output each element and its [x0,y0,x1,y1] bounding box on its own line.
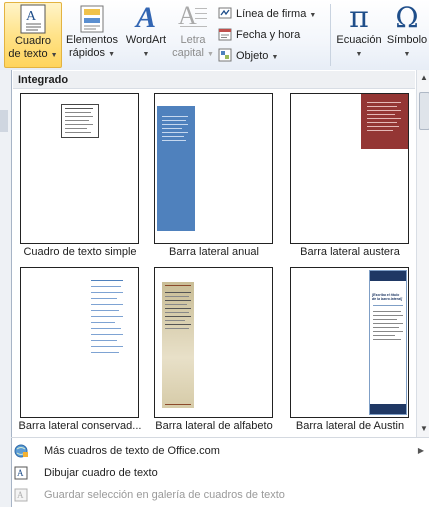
object-icon [218,48,232,62]
draw-textbox-item[interactable]: A Dibujar cuadro de texto [11,462,429,484]
scroll-up-icon[interactable]: ▲ [420,73,428,82]
office-globe-icon [14,444,28,458]
symbol-label: Símbolo [386,34,428,46]
more-textboxes-office-item[interactable]: Más cuadros de texto de Office.com ▶ [11,440,429,462]
document-edge [0,70,11,507]
chevron-down-icon: ▼ [355,51,363,58]
thumbnail: [Escriba el título de la barra lateral] [290,267,409,418]
svg-text:A: A [26,9,37,24]
chevron-down-icon: ▼ [50,52,58,59]
chevron-down-icon: ▼ [309,12,317,19]
drop-cap-label-2: capital [172,47,204,59]
gallery-caption: Barra lateral anual [169,246,259,258]
equation-button[interactable]: π Ecuación ▼ [334,2,384,66]
text-box-label-1: Cuadro [14,35,52,47]
wordart-icon: A [135,1,156,34]
thumbnail [290,93,409,244]
text-box-label-2: de texto [8,48,48,60]
ribbon: A Cuadro de texto ▼ Elementos rápidos ▼ … [0,0,429,71]
gallery-caption: Barra lateral de alfabeto [155,420,273,432]
gallery-caption: Barra lateral de Austin [295,420,405,432]
drop-cap-label-1: Letra [180,34,206,46]
quick-parts-label-2: rápidos [68,47,106,59]
symbol-icon: Ω [395,1,419,34]
signature-line-label: Línea de firma [236,8,307,20]
svg-text:A: A [17,468,24,478]
date-time-button[interactable]: Fecha y hora [218,25,300,45]
date-time-icon [218,28,232,41]
wordart-label: WordArt [125,34,167,46]
wordart-button[interactable]: A WordArt ▼ [123,2,169,66]
object-label: Objeto [236,50,269,62]
thumbnail [154,267,273,418]
menu-separator [11,437,429,438]
date-time-label: Fecha y hora [236,29,301,41]
thumbnail [20,267,139,418]
thumbnail [20,93,139,244]
gallery-item-conservadora[interactable]: Barra lateral conservad... [13,264,147,438]
quick-parts-label-1: Elementos [66,34,118,46]
chevron-down-icon: ▼ [108,51,116,58]
submenu-arrow-icon: ▶ [417,446,424,455]
gallery-item-simple[interactable]: Cuadro de texto simple [13,90,147,264]
gallery-scrollbar[interactable]: ▲ ▼ [416,70,429,437]
symbol-button[interactable]: Ω Símbolo ▼ [385,2,429,66]
draw-textbox-label: Dibujar cuadro de texto [44,467,158,479]
gallery-item-austin[interactable]: [Escriba el título de la barra lateral] … [283,264,417,438]
section-header: Integrado [13,71,415,89]
save-selection-icon: A [14,488,28,502]
scroll-thumb[interactable] [419,92,429,130]
drop-cap-button[interactable]: A Letra capital ▼ [170,2,216,66]
gallery-caption: Barra lateral austera [300,246,400,258]
signature-line-button[interactable]: Línea de firma ▼ [218,4,316,24]
chevron-down-icon: ▼ [403,51,411,58]
gallery-item-alfabeto[interactable]: Barra lateral de alfabeto [147,264,281,438]
chevron-down-icon: ▼ [142,51,150,58]
gallery-item-anual[interactable]: Barra lateral anual [147,90,281,264]
object-button[interactable]: Objeto ▼ [218,46,278,66]
drop-cap-icon: A [178,2,208,34]
quick-parts-button[interactable]: Elementos rápidos ▼ [62,2,122,66]
equation-icon: π [349,0,369,35]
chevron-down-icon: ▼ [206,51,214,58]
gallery-item-austera[interactable]: Barra lateral austera [283,90,417,264]
text-box-icon: A [20,4,46,34]
group-separator [330,4,331,66]
gallery-caption: Barra lateral conservad... [18,420,142,432]
gallery-caption: Cuadro de texto simple [23,246,137,258]
quick-parts-icon [80,5,104,33]
chevron-down-icon: ▼ [271,54,279,61]
save-selection-item[interactable]: A Guardar selección en galería de cuadro… [11,484,429,506]
draw-textbox-icon: A [14,466,28,480]
scroll-down-icon[interactable]: ▼ [420,424,428,433]
equation-label: Ecuación [336,34,382,46]
svg-text:A: A [17,490,24,500]
austin-sidebar-heading: [Escriba el título de la barra lateral] [372,293,403,301]
text-box-button[interactable]: A Cuadro de texto ▼ [4,2,62,68]
thumbnail [154,93,273,244]
more-textboxes-label: Más cuadros de texto de Office.com [44,445,220,457]
save-selection-label: Guardar selección en galería de cuadros … [44,489,285,501]
signature-line-icon [218,7,232,19]
